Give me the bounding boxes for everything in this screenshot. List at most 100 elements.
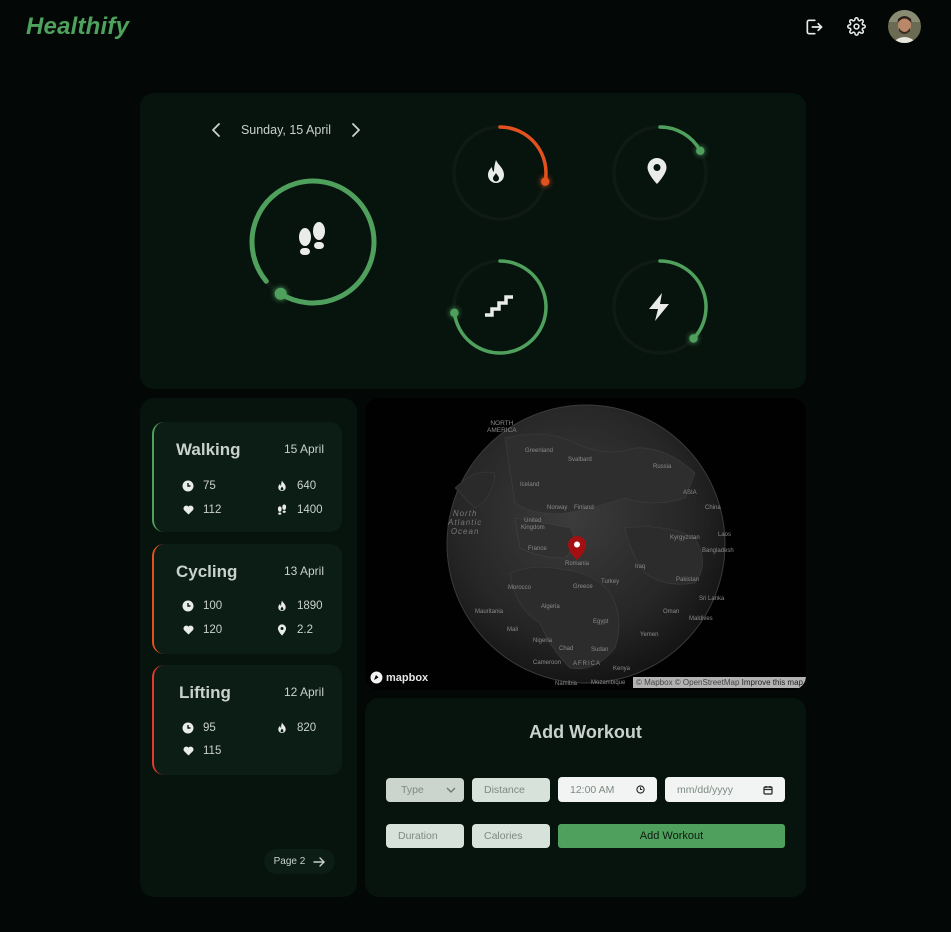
map-label: Namibia	[555, 681, 578, 687]
map-label: North Atlantic Ocean	[448, 509, 483, 536]
next-day-chevron-icon[interactable]	[348, 119, 364, 141]
map-label: Mozambique	[591, 680, 626, 686]
ring-progress-knob	[540, 177, 550, 186]
map-label: Turkey	[601, 579, 620, 585]
ring-progress-knob	[689, 334, 698, 343]
mapbox-logo[interactable]: mapbox	[370, 671, 428, 684]
footprints-icon	[293, 221, 333, 261]
previous-day-chevron-icon[interactable]	[208, 119, 224, 141]
workout-accent-bar	[152, 544, 164, 654]
clock-icon	[182, 722, 194, 734]
workout-stat-heart-rate: 115	[182, 745, 221, 757]
energy-progress-ring[interactable]	[612, 259, 708, 355]
lightning-icon	[646, 292, 674, 322]
time-input[interactable]: 12:00 AM	[558, 777, 657, 802]
logout-icon[interactable]	[800, 13, 828, 41]
ring-progress-knob	[450, 308, 459, 317]
map-label: Romania	[565, 561, 590, 567]
map-label: Chad	[559, 646, 574, 652]
workout-card-lifting[interactable]: Lifting 12 April 95 820 115	[152, 665, 342, 775]
map-label: Sudan	[591, 647, 609, 653]
map-label: Yemen	[640, 632, 659, 638]
map-label: Iraq	[635, 564, 646, 570]
header-actions	[800, 10, 921, 43]
map-label: NORTH AMERICA	[487, 420, 517, 434]
duration-input[interactable]: Duration	[386, 824, 464, 848]
add-workout-button[interactable]: Add Workout	[558, 824, 785, 848]
map-label: Cameroon	[533, 660, 562, 666]
mapbox-logo-icon	[370, 671, 383, 684]
workout-map[interactable]: NORTH AMERICA Greenland Svalbard Russia …	[365, 398, 806, 690]
workout-stat-calories: 640	[276, 480, 316, 492]
workout-card-cycling[interactable]: Cycling 13 April 100 1890 120 2.2	[152, 544, 342, 654]
clock-icon	[182, 600, 194, 612]
map-label: AFRICA	[573, 661, 602, 667]
workout-stat-distance: 2.2	[276, 624, 313, 636]
clock-icon	[182, 480, 194, 492]
current-date: Sunday, 15 April	[240, 123, 332, 137]
workout-date: 13 April	[283, 564, 324, 578]
flame-icon	[276, 722, 288, 734]
workout-date: 15 April	[283, 442, 324, 456]
workout-title: Walking	[176, 440, 241, 459]
map-label: Greenland	[525, 448, 554, 454]
floors-progress-ring[interactable]	[450, 259, 548, 355]
date-input[interactable]: mm/dd/yyyy	[665, 777, 785, 802]
chevron-down-icon	[446, 787, 456, 793]
map-globe[interactable]	[365, 398, 806, 690]
flame-icon	[486, 159, 514, 187]
map-label: Morocco	[508, 585, 532, 591]
next-page-button[interactable]: Page 2	[264, 849, 335, 874]
workout-stat-heart-rate: 112	[182, 504, 221, 516]
clock-icon[interactable]	[636, 785, 645, 794]
workout-card-walking[interactable]: Walking 15 April 75 640 112 1400	[152, 422, 342, 532]
flame-icon	[276, 600, 288, 612]
distance-progress-ring[interactable]	[612, 125, 708, 221]
improve-map-link[interactable]: Improve this map	[742, 678, 803, 687]
map-label: Sri Lanka	[699, 596, 725, 602]
map-label: Nigeria	[533, 638, 553, 644]
map-attribution: © Mapbox © OpenStreetMap Improve this ma…	[633, 677, 806, 688]
ring-progress-knob	[274, 287, 287, 300]
map-label: Iceland	[520, 482, 540, 488]
settings-gear-icon[interactable]	[842, 13, 870, 41]
workout-stat-duration: 75	[182, 480, 216, 492]
flame-icon	[276, 480, 288, 492]
calories-input[interactable]: Calories	[472, 824, 550, 848]
steps-progress-ring[interactable]	[248, 177, 378, 307]
ring-progress-knob	[696, 146, 705, 156]
workout-stat-duration: 95	[182, 722, 216, 734]
add-workout-form: Add Workout Type Distance 12:00 AM mm/dd…	[365, 698, 806, 897]
attribution-text[interactable]: © Mapbox © OpenStreetMap	[636, 678, 739, 687]
map-label: Greece	[573, 584, 593, 590]
map-label: Algeria	[541, 604, 560, 610]
heart-icon	[182, 624, 194, 636]
map-label: Oman	[663, 609, 680, 615]
date-navigator: Sunday, 15 April	[208, 119, 364, 141]
map-label: Pakistan	[676, 577, 700, 583]
map-label: Finland	[574, 505, 594, 511]
stairs-icon	[483, 293, 517, 321]
workout-title: Lifting	[179, 683, 231, 702]
workout-stat-heart-rate: 120	[182, 624, 222, 636]
map-label: Norway	[547, 505, 568, 511]
map-label: Svalbard	[568, 457, 592, 463]
map-label: ASIA	[683, 490, 697, 496]
workout-type-select[interactable]: Type	[386, 778, 464, 802]
workout-accent-bar	[152, 665, 164, 775]
daily-stats-panel: Sunday, 15 April	[140, 93, 806, 389]
user-avatar[interactable]	[888, 10, 921, 43]
location-pin-icon	[276, 624, 288, 636]
workout-title: Cycling	[176, 562, 238, 581]
map-label: Maldives	[689, 616, 713, 622]
map-label: France	[528, 546, 547, 552]
map-label: Kyrgyzstan	[670, 535, 700, 541]
location-pin-icon	[646, 157, 674, 187]
distance-input[interactable]: Distance	[472, 778, 550, 802]
mapbox-logo-text: mapbox	[386, 671, 429, 684]
calories-progress-ring[interactable]	[452, 125, 550, 221]
arrow-right-icon	[313, 856, 326, 867]
app-logo[interactable]: Healthify	[26, 13, 129, 41]
heart-icon	[182, 745, 194, 757]
calendar-icon[interactable]	[763, 785, 773, 795]
